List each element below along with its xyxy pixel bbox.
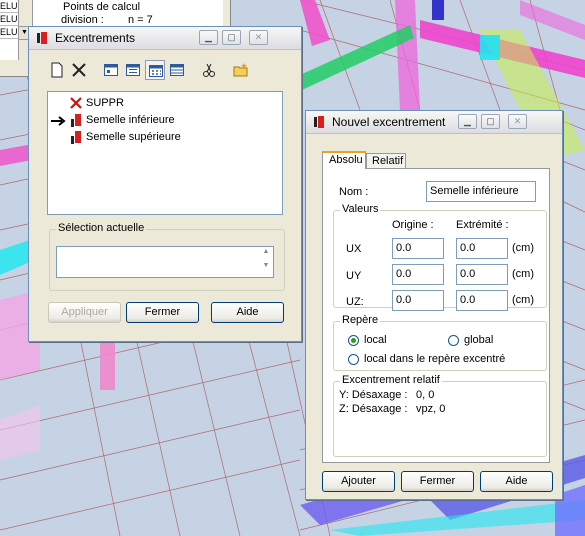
- apply-button[interactable]: Appliquer: [48, 302, 121, 323]
- ux-end-field[interactable]: 0.0: [456, 238, 508, 259]
- calc-points-label: Points de calcul: [63, 1, 141, 13]
- radio-local-excentre[interactable]: [348, 354, 359, 365]
- minimize-button[interactable]: ▁: [199, 30, 218, 45]
- close-dialog-button[interactable]: Fermer: [401, 471, 474, 492]
- uy-end-field[interactable]: 0.0: [456, 264, 508, 285]
- maximize-button[interactable]: ▢: [222, 30, 241, 45]
- z-offset-label: Z: Désaxage :: [339, 403, 408, 415]
- open-folder-icon: [233, 63, 248, 77]
- uz-label: UZ:: [346, 296, 364, 308]
- app-icon: [37, 32, 47, 44]
- offset-icon: [71, 131, 81, 144]
- close-button[interactable]: ✕: [508, 114, 527, 129]
- app-icon: [314, 116, 324, 128]
- load-case-cell[interactable]: ELU: [0, 13, 18, 26]
- values-group-label: Valeurs: [340, 203, 381, 215]
- scroll-up-icon[interactable]: ▲: [260, 248, 272, 262]
- new-offset-window: Nouvel excentrement ▁ ▢ ✕ Absolu Relatif…: [305, 110, 563, 500]
- excentrements-titlebar[interactable]: Excentrements ▁ ▢ ✕: [29, 27, 301, 50]
- uy-origin-field[interactable]: 0.0: [392, 264, 444, 285]
- y-offset-value: 0, 0: [416, 389, 435, 401]
- repere-group: Repère local global local dans le repère…: [333, 314, 547, 371]
- close-button[interactable]: ✕: [249, 30, 268, 45]
- tab-label: Relatif: [372, 155, 404, 167]
- window-title: Excentrements: [55, 31, 136, 45]
- radio-global-label: global: [464, 334, 494, 346]
- cut-icon: [203, 63, 215, 77]
- origin-column-header: Origine :: [392, 219, 434, 231]
- minimize-button[interactable]: ▁: [458, 114, 477, 129]
- close-dialog-button[interactable]: Fermer: [126, 302, 199, 323]
- delete-icon: [72, 63, 86, 77]
- list-item[interactable]: Semelle supérieure: [48, 130, 278, 146]
- division-value: n = 7: [128, 14, 153, 26]
- load-case-list[interactable]: ELU ELU ELU: [0, 0, 19, 60]
- name-field[interactable]: Semelle inférieure: [426, 181, 536, 202]
- open-folder-button[interactable]: [231, 60, 251, 80]
- tab-relatif[interactable]: Relatif: [366, 153, 406, 169]
- repere-group-label: Repère: [340, 314, 381, 326]
- window-title: Nouvel excentrement: [332, 115, 446, 129]
- values-group: Valeurs Origine : Extrémité : UX 0.0 0.0…: [333, 203, 547, 311]
- uz-origin-field[interactable]: 0.0: [392, 290, 444, 311]
- load-case-cell[interactable]: ELU: [0, 26, 18, 39]
- delete-button[interactable]: [69, 60, 89, 80]
- uz-end-field[interactable]: 0.0: [456, 290, 508, 311]
- name-label: Nom :: [339, 186, 369, 198]
- radio-global[interactable]: [448, 335, 459, 346]
- grid-view-button[interactable]: [145, 60, 165, 80]
- list-item-label: SUPPR: [86, 97, 124, 109]
- z-offset-value: vpz, 0: [416, 403, 446, 415]
- add-button[interactable]: Ajouter: [322, 471, 395, 492]
- tab-label: Absolu: [329, 154, 363, 166]
- list-item[interactable]: Semelle inférieure: [48, 113, 278, 129]
- view-icon: [126, 64, 140, 76]
- new-icon: [51, 62, 63, 78]
- tab-absolu[interactable]: Absolu: [322, 151, 366, 169]
- radio-local[interactable]: [348, 335, 359, 346]
- ux-label: UX: [346, 243, 362, 255]
- excentrements-toolbar: [47, 60, 287, 80]
- radio-local-label: local: [364, 334, 387, 346]
- tab-panel: Nom : Semelle inférieure Valeurs Origine…: [322, 168, 550, 463]
- uz-unit-label: (cm): [512, 294, 534, 306]
- help-button[interactable]: Aide: [480, 471, 553, 492]
- uy-unit-label: (cm): [512, 268, 534, 280]
- new-offset-titlebar[interactable]: Nouvel excentrement ▁ ▢ ✕: [306, 111, 562, 134]
- view-icon: [104, 64, 118, 76]
- excentrements-window: Excentrements ▁ ▢ ✕ SUPPR Semelle inféri…: [28, 26, 302, 342]
- selection-textbox[interactable]: ▲ ▼: [56, 246, 274, 278]
- offset-icon: [71, 114, 81, 127]
- relative-offset-group: Excentrement relatif Y: Désaxage : 0, 0 …: [333, 374, 547, 457]
- list-item-label: Semelle supérieure: [86, 131, 181, 143]
- end-column-header: Extrémité :: [456, 219, 509, 231]
- uy-label: UY: [346, 270, 362, 282]
- help-button[interactable]: Aide: [211, 302, 284, 323]
- y-offset-label: Y: Désaxage :: [339, 389, 408, 401]
- table-view-button[interactable]: [167, 60, 187, 80]
- ux-origin-field[interactable]: 0.0: [392, 238, 444, 259]
- current-arrow-icon: [51, 116, 66, 126]
- load-case-cell[interactable]: ELU: [0, 0, 18, 13]
- scroll-down-icon[interactable]: ▼: [260, 262, 272, 276]
- new-button[interactable]: [47, 60, 67, 80]
- view-button[interactable]: [101, 60, 121, 80]
- selection-group-label: Sélection actuelle: [56, 222, 147, 234]
- view-button[interactable]: [123, 60, 143, 80]
- cut-button[interactable]: [199, 60, 219, 80]
- ux-unit-label: (cm): [512, 242, 534, 254]
- division-label: division :: [61, 14, 104, 26]
- table-view-icon: [170, 64, 184, 76]
- maximize-button[interactable]: ▢: [481, 114, 500, 129]
- radio-local-excentre-label: local dans le repère excentré: [364, 353, 506, 365]
- grid-view-icon: [149, 65, 163, 77]
- list-item-label: Semelle inférieure: [86, 114, 175, 126]
- relative-offset-group-label: Excentrement relatif: [340, 374, 442, 386]
- red-x-icon: [70, 97, 82, 109]
- list-item[interactable]: SUPPR: [48, 96, 278, 112]
- excentrements-list[interactable]: SUPPR Semelle inférieure Semelle supérie…: [47, 91, 283, 215]
- selection-group: Sélection actuelle ▲ ▼: [49, 222, 285, 291]
